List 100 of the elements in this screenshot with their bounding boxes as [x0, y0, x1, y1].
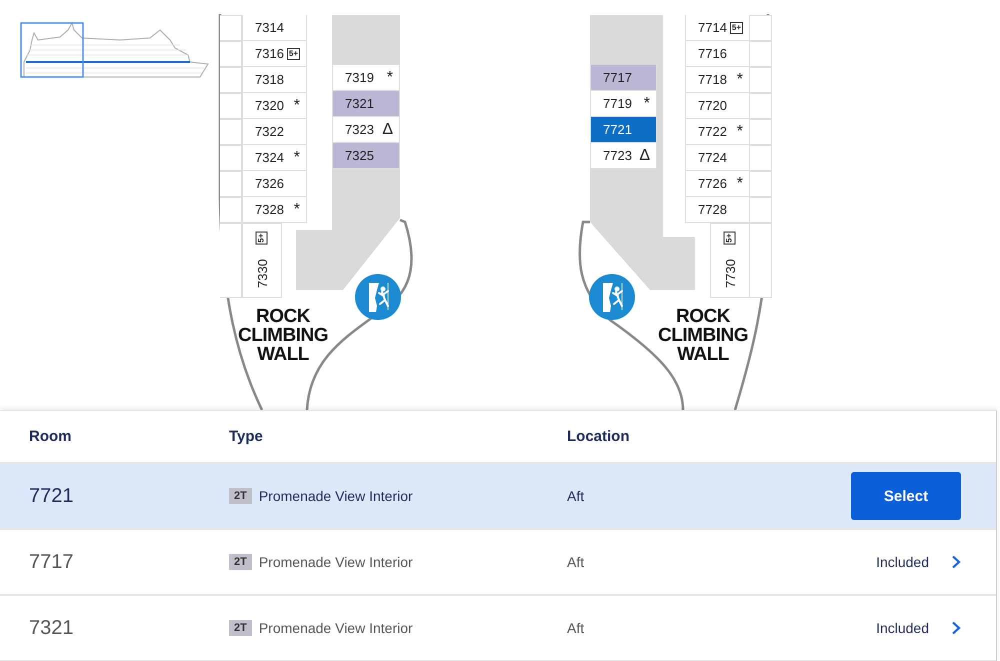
cabin-symbol: * — [736, 72, 743, 88]
cabin-number: 7323 — [345, 122, 374, 137]
cabin-cell[interactable] — [750, 119, 772, 145]
cabin-cell[interactable]: 7323 Δ — [332, 117, 400, 143]
cabin-number: 7716 — [698, 46, 727, 61]
cabin-symbol: * — [294, 98, 300, 114]
cabin-number: 7328 — [255, 202, 284, 217]
cabin-cell[interactable] — [750, 41, 772, 67]
cabin-cell[interactable]: 7716 — [685, 41, 750, 67]
room-type: Promenade View Interior — [258, 554, 413, 570]
cabin-number: 7322 — [255, 124, 284, 139]
cabin-number: 7320 — [255, 98, 284, 113]
room-type-badge: 2T — [229, 554, 252, 570]
cabin-number: 7330 — [254, 259, 270, 288]
cabin-symbol: * — [736, 176, 743, 192]
cabin-cell[interactable]: 7723 Δ — [590, 143, 657, 169]
cabin-cell[interactable]: 7714 5+ — [685, 15, 750, 41]
cabin-cell[interactable]: 7314 — [242, 15, 307, 41]
cabin-cell[interactable]: 7325 — [332, 143, 400, 169]
cabin-cell[interactable]: 7719 * — [590, 91, 657, 117]
cabin-number: 7718 — [698, 72, 727, 87]
cabin-cell[interactable]: 7321 — [332, 91, 400, 117]
cabin-cell[interactable] — [750, 197, 772, 223]
cabin-symbol: * — [386, 70, 393, 86]
cabin-cell[interactable]: 7718 * — [685, 67, 750, 93]
cabin-number: 7721 — [603, 122, 632, 137]
included-link[interactable]: Included — [876, 554, 929, 570]
cabin-cell[interactable] — [220, 223, 242, 298]
cabin-cell[interactable] — [750, 15, 772, 41]
cabin-number: 7722 — [698, 124, 727, 139]
cabin-cell[interactable]: 7720 — [685, 93, 750, 119]
cabin-symbol: Δ — [382, 122, 393, 138]
cabin-cell[interactable]: 7728 — [685, 197, 750, 223]
location-text: Aft — [567, 488, 586, 504]
room-number: 7721 — [28, 484, 74, 508]
cabin-cell[interactable]: 5+ 7730 — [710, 223, 750, 298]
venue-label: ROCK CLIMBING WALL — [658, 307, 748, 364]
climber-icon — [355, 274, 401, 320]
cabin-cell[interactable]: 7324 * — [242, 145, 307, 171]
cabin-symbol: * — [736, 124, 743, 140]
cabin-cell[interactable]: 7326 — [242, 171, 307, 197]
cabin-cell[interactable]: 7322 — [242, 119, 307, 145]
cabin-cell[interactable] — [220, 15, 242, 41]
cabin-cell[interactable]: 7726 * — [685, 171, 750, 197]
included-link[interactable]: Included — [876, 620, 929, 636]
cabin-cell[interactable] — [220, 145, 242, 171]
cabin-symbol: Δ — [639, 148, 650, 164]
location-text: Aft — [567, 554, 586, 570]
cabin-number: 7326 — [255, 176, 284, 191]
cabin-cell[interactable]: 7717 — [590, 65, 657, 91]
cabin-cell[interactable]: 7320 * — [242, 93, 307, 119]
cabin-number: 7719 — [603, 96, 632, 111]
cabin-cell[interactable] — [750, 171, 772, 197]
select-button[interactable]: Select — [851, 472, 961, 520]
cabin-number: 7728 — [698, 202, 727, 217]
cabin-cell[interactable]: 7724 — [685, 145, 750, 171]
cabin-cell[interactable] — [220, 93, 242, 119]
climber-icon — [589, 274, 635, 320]
cabin-number: 7720 — [698, 98, 727, 113]
table-row[interactable]: 7321 2T Promenade View Interior Aft Included — [0, 596, 996, 661]
cabin-number: 7714 — [698, 20, 727, 35]
cabin-cell[interactable] — [220, 41, 242, 67]
table-row[interactable]: 7717 2T Promenade View Interior Aft Included — [0, 530, 996, 596]
cabin-cell[interactable] — [220, 197, 242, 223]
cabin-cell[interactable]: 7318 — [242, 67, 307, 93]
cabin-cell[interactable] — [750, 223, 772, 298]
capacity-badge: 5+ — [724, 231, 736, 245]
cabin-number: 7730 — [722, 259, 738, 288]
cabin-cell[interactable] — [220, 119, 242, 145]
cabin-number: 7321 — [345, 96, 374, 111]
cabin-number: 7316 — [255, 46, 284, 61]
cabin-symbol: * — [294, 202, 300, 218]
cabin-cell[interactable]: 5+ 7330 — [242, 223, 282, 298]
chevron-right-icon[interactable] — [951, 555, 961, 569]
column-header: Room — [28, 428, 72, 445]
venue-label: ROCK CLIMBING WALL — [238, 307, 328, 364]
cabin-cell[interactable] — [220, 67, 242, 93]
cabin-cell[interactable] — [750, 67, 772, 93]
cabin-cell[interactable]: 7319 * — [332, 65, 400, 91]
room-type: Promenade View Interior — [258, 620, 413, 636]
cabin-number: 7325 — [345, 148, 374, 163]
cabin-symbol: * — [644, 96, 650, 112]
room-type-badge: 2T — [229, 488, 252, 504]
cabin-cell[interactable]: 7316 5+ — [242, 41, 307, 67]
cabin-number: 7318 — [255, 72, 284, 87]
cabin-cell[interactable] — [220, 171, 242, 197]
room-number: 7321 — [28, 616, 74, 640]
cabin-cell[interactable]: 7328 * — [242, 197, 307, 223]
room-type: Promenade View Interior — [258, 488, 413, 504]
cabin-cell[interactable] — [750, 145, 772, 171]
cabin-number: 7319 — [345, 70, 374, 85]
column-header: Location — [567, 428, 630, 445]
room-number: 7717 — [28, 550, 74, 574]
cabin-number: 7314 — [255, 20, 284, 35]
capacity-badge: 5+ — [256, 231, 268, 245]
cabin-cell[interactable]: 7722 * — [685, 119, 750, 145]
cabin-cell[interactable] — [750, 93, 772, 119]
chevron-right-icon[interactable] — [951, 621, 961, 635]
table-row[interactable]: 7721 2T Promenade View Interior Aft Select — [0, 464, 996, 530]
cabin-cell[interactable]: 7721 — [590, 117, 657, 143]
